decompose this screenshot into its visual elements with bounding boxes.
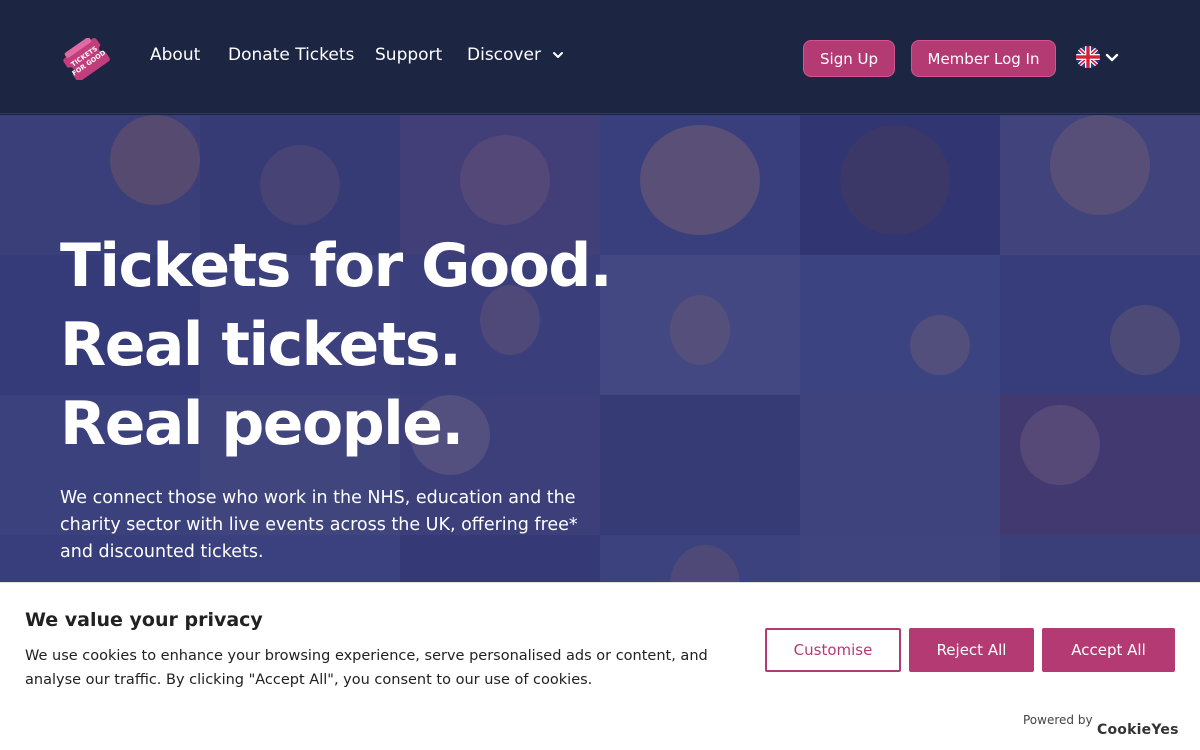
- headline-line-1: Tickets for Good.: [60, 231, 613, 301]
- nav-discover-dropdown[interactable]: Discover: [467, 45, 565, 65]
- nav-discover-label: Discover: [467, 45, 541, 65]
- language-selector[interactable]: [1076, 46, 1120, 68]
- cookie-consent-banner: We value your privacy We use cookies to …: [0, 582, 1200, 750]
- headline-line-2: Real tickets.: [60, 310, 462, 380]
- nav-about-link[interactable]: About: [150, 45, 200, 65]
- nav-support-link[interactable]: Support: [375, 45, 442, 65]
- customise-button[interactable]: Customise: [765, 628, 901, 672]
- powered-by-label: Powered by: [1023, 713, 1093, 727]
- accept-all-button[interactable]: Accept All: [1042, 628, 1175, 672]
- sign-up-button[interactable]: Sign Up: [803, 40, 895, 77]
- tickets-for-good-logo[interactable]: TICKETS FOR GOOD: [60, 37, 112, 82]
- uk-flag-icon: [1076, 46, 1100, 68]
- headline-line-3: Real people.: [60, 389, 464, 459]
- chevron-down-icon: [1105, 53, 1119, 62]
- hero-headline: Tickets for Good. Real tickets. Real peo…: [60, 227, 613, 464]
- cookieyes-logo[interactable]: CookieYes: [1097, 722, 1179, 738]
- hero-description: We connect those who work in the NHS, ed…: [60, 488, 578, 562]
- site-header: TICKETS FOR GOOD About Donate Tickets Su…: [0, 0, 1200, 114]
- chevron-down-icon: [552, 52, 563, 58]
- nav-donate-tickets-link[interactable]: Donate Tickets: [228, 45, 354, 65]
- member-log-in-button[interactable]: Member Log In: [911, 40, 1056, 77]
- reject-all-button[interactable]: Reject All: [909, 628, 1034, 672]
- cookie-title: We value your privacy: [25, 609, 263, 631]
- cookie-description: We use cookies to enhance your browsing …: [25, 648, 708, 688]
